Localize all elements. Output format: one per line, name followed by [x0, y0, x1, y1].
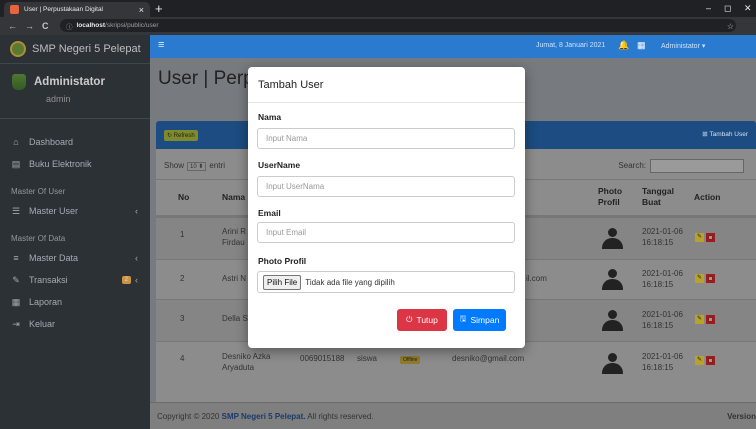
minimize-icon[interactable]: –	[706, 0, 711, 17]
save-button-label: Simpan	[470, 315, 500, 325]
edit-icon[interactable]: ✎	[695, 233, 704, 242]
delete-icon[interactable]	[706, 315, 715, 324]
footer-prefix: Copyright © 2020	[157, 412, 222, 421]
photo-label: Photo Profil	[258, 256, 307, 266]
tab-title: User | Perpustakaan Digital	[24, 6, 104, 13]
reload-icon[interactable]: C	[42, 21, 49, 31]
modal-title: Tambah User	[258, 79, 324, 91]
close-button[interactable]: ⏻ Tutup	[397, 309, 447, 331]
entries-value: 10	[190, 164, 197, 170]
user-photo-icon	[602, 310, 623, 332]
entries-label: entri	[209, 161, 225, 170]
nama-label: Nama	[258, 112, 282, 122]
show-label: Show	[164, 161, 185, 170]
row-no: 3	[180, 314, 185, 323]
menu-toggle-icon[interactable]: ≡	[158, 39, 164, 51]
user-photo-icon	[602, 353, 623, 375]
notification-bell-icon[interactable]: 🔔	[618, 40, 629, 51]
column-header-action: Action	[694, 192, 721, 202]
url-host: localhost	[76, 22, 106, 29]
delete-icon[interactable]	[706, 274, 715, 283]
edit-icon[interactable]: ✎	[695, 274, 704, 283]
search-label: Search:	[618, 161, 646, 170]
browser-tab[interactable]: User | Perpustakaan Digital ×	[4, 2, 150, 17]
back-icon[interactable]: ←	[8, 21, 17, 31]
site-info-icon[interactable]: ⓘ	[66, 21, 73, 31]
footer-school-link[interactable]: SMP Negeri 5 Pelepat.	[222, 412, 306, 421]
row-level: siswa	[357, 354, 378, 363]
add-user-button[interactable]: ⊞ Tambah User	[702, 130, 748, 138]
row-tanggal: 2021-01-06 16:18:15	[642, 352, 683, 372]
footer-copyright: Copyright © 2020 SMP Negeri 5 Pelepat. A…	[157, 412, 374, 421]
username-input[interactable]	[257, 176, 515, 197]
row-email: desniko@gmail.com	[452, 354, 525, 363]
search-input[interactable]	[650, 159, 744, 173]
apps-grid-icon[interactable]: ▦	[637, 40, 646, 51]
row-tanggal: 2021-01-06 16:18:15	[642, 269, 683, 289]
power-icon: ⏻	[406, 315, 413, 324]
email-label: Email	[258, 208, 281, 218]
row-email: il.com	[526, 274, 547, 283]
tab-close-icon[interactable]: ×	[139, 5, 144, 15]
current-date: Jumat, 8 Januari 2021	[536, 42, 606, 49]
modal-header-divider	[248, 102, 525, 103]
choose-file-button[interactable]: Pilih File	[263, 274, 302, 290]
row-nama: Astri N	[222, 274, 246, 283]
save-icon: 🖫	[459, 314, 467, 323]
browser-tab-bar: User | Perpustakaan Digital × + – ◻ ✕	[0, 0, 756, 17]
save-button[interactable]: 🖫 Simpan	[453, 309, 506, 331]
url-path: /skripsi/public/user	[105, 22, 159, 29]
address-bar: ← → C ⓘ localhost/skripsi/public/user ☆	[0, 17, 756, 35]
refresh-label: Refresh	[173, 133, 195, 139]
column-header-no[interactable]: No	[178, 192, 189, 202]
refresh-button[interactable]: ↻ Refresh	[164, 130, 198, 141]
footer-version: Version	[727, 412, 756, 421]
user-photo-icon	[602, 228, 623, 250]
add-user-modal: Tambah User Nama UserName Email Photo Pr…	[248, 67, 525, 348]
url-field[interactable]: ⓘ localhost/skripsi/public/user	[60, 19, 736, 32]
plus-icon: ⊞	[702, 131, 708, 138]
row-tanggal: 2021-01-06 16:18:15	[642, 310, 683, 330]
edit-icon[interactable]: ✎	[695, 356, 704, 365]
row-tanggal: 2021-01-06 16:18:15	[642, 227, 683, 247]
row-no: 1	[180, 230, 185, 239]
window-close-icon[interactable]: ✕	[744, 0, 752, 17]
favicon-icon	[10, 5, 19, 14]
new-tab-button[interactable]: +	[155, 0, 163, 17]
column-header-photo[interactable]: Photo Profil	[598, 186, 632, 208]
refresh-icon: ↻	[167, 133, 173, 139]
delete-icon[interactable]	[706, 233, 715, 242]
row-no: 2	[180, 274, 185, 283]
photo-file-input: Pilih File Tidak ada file yang dipilih	[257, 271, 515, 293]
row-nisn: 0069015188	[300, 354, 345, 363]
bookmark-star-icon[interactable]: ☆	[727, 22, 734, 31]
maximize-icon[interactable]: ◻	[724, 0, 731, 17]
add-user-label: Tambah User	[709, 131, 748, 138]
admin-dropdown[interactable]: Administator ▾	[661, 42, 705, 50]
row-nama: Desniko Azka Aryaduta	[222, 352, 271, 372]
footer: Copyright © 2020 SMP Negeri 5 Pelepat. A…	[150, 402, 756, 429]
file-status: Tidak ada file yang dipilih	[305, 277, 395, 287]
column-header-nama[interactable]: Nama	[222, 192, 245, 202]
column-header-tanggal[interactable]: Tanggal Buat	[642, 186, 676, 208]
nama-input[interactable]	[257, 128, 515, 149]
row-nama: Della S	[222, 314, 248, 323]
modal-backdrop	[0, 35, 150, 429]
email-input[interactable]	[257, 222, 515, 243]
entries-length: Show 10 ⬍ entri	[164, 161, 225, 171]
close-button-label: Tutup	[416, 315, 438, 325]
footer-suffix: All rights reserved.	[305, 412, 374, 421]
edit-icon[interactable]: ✎	[695, 315, 704, 324]
forward-icon[interactable]: →	[25, 21, 34, 31]
row-no: 4	[180, 354, 185, 363]
status-badge: Offline	[400, 356, 421, 364]
delete-icon[interactable]	[706, 356, 715, 365]
entries-select[interactable]: 10 ⬍	[187, 162, 207, 171]
top-navbar: ≡ Jumat, 8 Januari 2021 🔔 ▦ Administator…	[150, 35, 756, 58]
username-label: UserName	[258, 160, 301, 170]
user-photo-icon	[602, 269, 623, 291]
